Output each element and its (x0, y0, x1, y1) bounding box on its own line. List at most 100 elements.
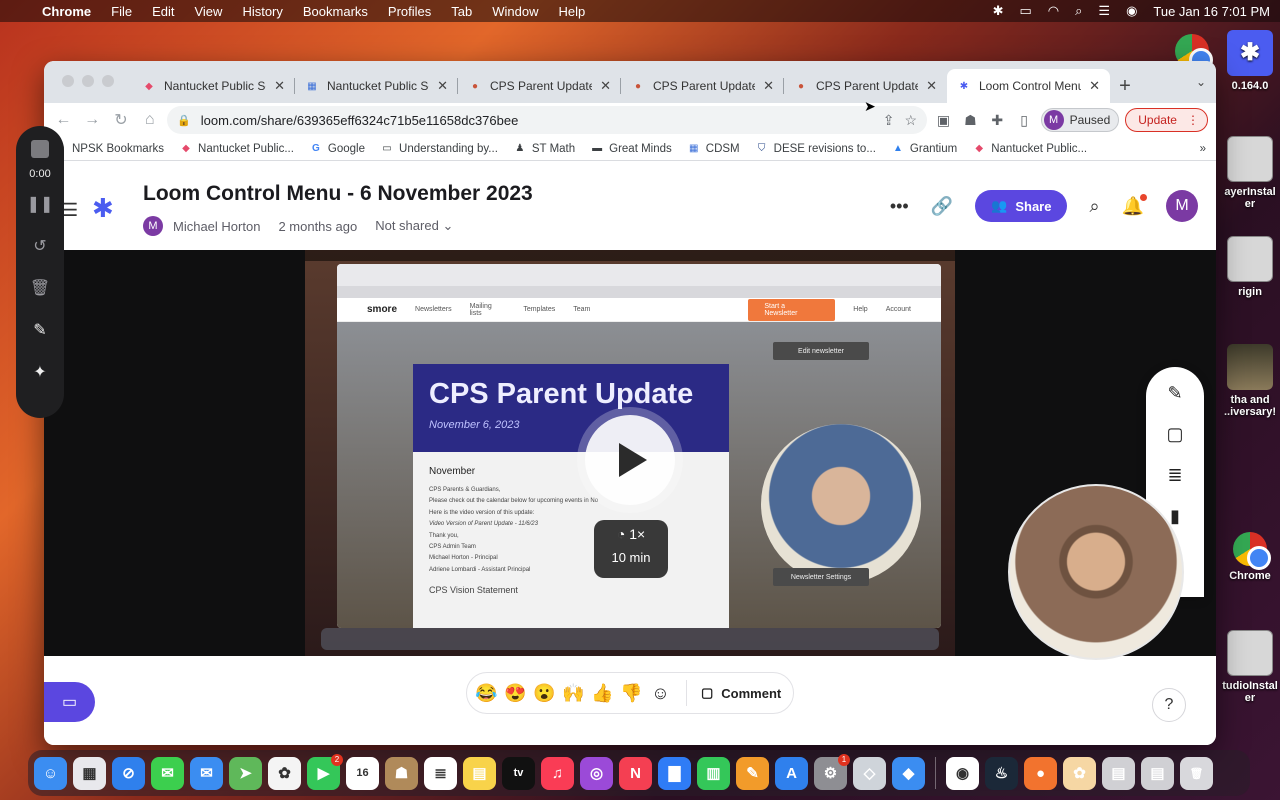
wifi-icon[interactable]: ◠ (1048, 3, 1059, 19)
menu-bookmarks[interactable]: Bookmarks (303, 4, 368, 19)
extensions-puzzle-icon[interactable]: ✚ (987, 112, 1008, 129)
browser-tab[interactable]: ● CPS Parent Update ✕ (458, 69, 621, 103)
pause-icon[interactable]: ❚❚ (27, 194, 54, 214)
dock-numbers-icon[interactable]: ▥ (697, 756, 730, 790)
desktop-icon-loom-installer[interactable]: ✱ 0.164.0 (1222, 30, 1278, 92)
record-video-button[interactable]: ▭ (44, 682, 95, 722)
copy-link-icon[interactable]: 🔗 (931, 196, 953, 217)
dock-firefox-icon[interactable]: ● (1024, 756, 1057, 790)
dock-maps-icon[interactable]: ➤ (229, 756, 262, 790)
menu-edit[interactable]: Edit (152, 4, 174, 19)
dock-contacts-icon[interactable]: ☗ (385, 756, 418, 790)
dock-tv-icon[interactable]: tv (502, 756, 535, 790)
reaction-raised-hands[interactable]: 🙌 (562, 683, 585, 704)
dock-stickies-icon[interactable]: ✿ (1063, 756, 1096, 790)
dock-messages-icon[interactable]: ✉ (151, 756, 184, 790)
browser-tab[interactable]: ◆ Nantucket Public Sc ✕ (132, 69, 295, 103)
dock-podcasts-icon[interactable]: ◎ (580, 756, 613, 790)
desktop-icon-studio-installer[interactable]: tudioInstal er (1222, 630, 1278, 704)
camera-bubble[interactable] (1008, 484, 1184, 660)
tab-search-chevron-icon[interactable]: ⌄ (1196, 75, 1206, 89)
help-button[interactable]: ? (1152, 688, 1186, 722)
back-button[interactable]: ← (52, 108, 75, 132)
side-panel-icon[interactable]: ▯ (1014, 112, 1035, 129)
extension-icon[interactable]: ▣ (933, 112, 954, 129)
insights-icon[interactable]: ▮ (1170, 506, 1180, 527)
menu-history[interactable]: History (242, 4, 282, 19)
update-button[interactable]: Update ⋮ (1125, 108, 1208, 132)
author-name[interactable]: Michael Horton (173, 219, 260, 234)
bookmark-item[interactable]: ⛉ DESE revisions to... (756, 143, 876, 155)
menu-view[interactable]: View (194, 4, 222, 19)
dock-chrome-icon[interactable]: ◉ (946, 756, 979, 790)
dock-calendar-icon[interactable]: 16 (346, 756, 379, 790)
control-center-icon[interactable]: ☰ (1098, 3, 1110, 19)
siri-icon[interactable]: ◉ (1126, 3, 1137, 19)
dock-photos-icon[interactable]: ✿ (268, 756, 301, 790)
search-icon[interactable]: ⌕ (1089, 196, 1099, 217)
user-avatar[interactable]: M (1166, 190, 1198, 222)
add-reaction-icon[interactable]: ☺ (649, 683, 672, 704)
reaction-surprised[interactable]: 😮 (533, 683, 556, 704)
dock-facetime-icon[interactable]: ▶ 2 (307, 753, 343, 790)
menu-tab[interactable]: Tab (451, 4, 472, 19)
share-page-icon[interactable]: ⇪ (883, 112, 895, 129)
extension-icon[interactable]: ☗ (960, 112, 981, 129)
restart-icon[interactable]: ↺ (33, 236, 46, 256)
forward-button[interactable]: → (81, 108, 104, 132)
effects-wand-icon[interactable]: ✦ (33, 362, 46, 382)
spotlight-icon[interactable]: ⌕ (1075, 3, 1082, 19)
browser-tab-active[interactable]: ✱ Loom Control Menu ✕ (947, 69, 1110, 103)
close-window-button[interactable] (62, 75, 74, 87)
bookmarks-overflow-icon[interactable]: » (1200, 143, 1206, 155)
address-bar[interactable]: 🔒 loom.com/share/639365eff6324c71b5e1165… (167, 106, 928, 134)
tab-close-icon[interactable]: ✕ (763, 78, 774, 94)
dock-mail-icon[interactable]: ✉ (190, 756, 223, 790)
reload-button[interactable]: ↻ (110, 108, 133, 132)
notifications-bell-icon[interactable]: 🔔 (1122, 193, 1147, 217)
dock-finder-icon[interactable]: ☺ (34, 756, 67, 790)
transcript-icon[interactable]: ≣ (1167, 465, 1182, 486)
menubar-clock[interactable]: Tue Jan 16 7:01 PM (1153, 4, 1270, 19)
reaction-laugh[interactable]: 😂 (475, 683, 498, 704)
dock-steam-icon[interactable]: ♨ (985, 756, 1018, 790)
desktop-icon-origin[interactable]: rigin (1222, 236, 1278, 298)
home-button[interactable]: ⌂ (138, 108, 161, 132)
bookmark-item[interactable]: G Google (310, 143, 365, 155)
comment-button[interactable]: ▢ Comment (701, 685, 781, 701)
menu-window[interactable]: Window (492, 4, 538, 19)
tab-close-icon[interactable]: ✕ (600, 78, 611, 94)
sharing-status-dropdown[interactable]: Not shared ⌄ (375, 218, 453, 234)
dock-documents-icon[interactable]: ▤ (1141, 756, 1174, 790)
new-tab-button[interactable]: + (1110, 69, 1140, 103)
bookmark-item[interactable]: ▬ Great Minds (591, 143, 672, 155)
tab-close-icon[interactable]: ✕ (437, 78, 448, 94)
desktop-icon-player-installer[interactable]: ayerInstal er (1222, 136, 1278, 210)
tab-close-icon[interactable]: ✕ (1089, 78, 1100, 94)
loom-logo-icon[interactable]: ✱ (92, 193, 114, 224)
dock-safari-icon[interactable]: ⊘ (112, 756, 145, 790)
delete-icon[interactable]: 🗑 (30, 278, 50, 298)
bookmark-item[interactable]: ▲ Grantium (892, 143, 957, 155)
bookmark-item[interactable]: ▭ Understanding by... (381, 143, 498, 155)
draw-pencil-icon[interactable]: ✎ (33, 320, 46, 340)
reaction-thumbs-down[interactable]: 👎 (620, 683, 643, 704)
menu-profiles[interactable]: Profiles (388, 4, 431, 19)
bookmark-item[interactable]: ◆ Nantucket Public... (973, 143, 1087, 155)
bookmark-item[interactable]: ♟ ST Math (514, 143, 575, 155)
tab-close-icon[interactable]: ✕ (926, 78, 937, 94)
minimize-window-button[interactable] (82, 75, 94, 87)
dock-keynote-icon[interactable]: ▇ (658, 756, 691, 790)
address-url[interactable]: loom.com/share/639365eff6324c71b5e11658d… (201, 113, 519, 128)
dock-pages-icon[interactable]: ✎ (736, 756, 769, 790)
desktop-icon-chrome-installer[interactable]: Chrome (1222, 532, 1278, 582)
dock-app-store-icon[interactable]: A (775, 756, 808, 790)
dock-downloads-icon[interactable]: ▤ (1102, 756, 1135, 790)
bookmark-item[interactable]: ◆ Nantucket Public... (180, 143, 294, 155)
browser-tab[interactable]: ▦ Nantucket Public Sc ✕ (295, 69, 458, 103)
reaction-thumbs-up[interactable]: 👍 (591, 683, 614, 704)
share-button[interactable]: 👥 Share (975, 190, 1068, 222)
comment-icon[interactable]: ▢ (1166, 424, 1183, 445)
dock-news-icon[interactable]: N (619, 756, 652, 790)
hamburger-menu-icon[interactable]: ☰ (62, 200, 78, 221)
